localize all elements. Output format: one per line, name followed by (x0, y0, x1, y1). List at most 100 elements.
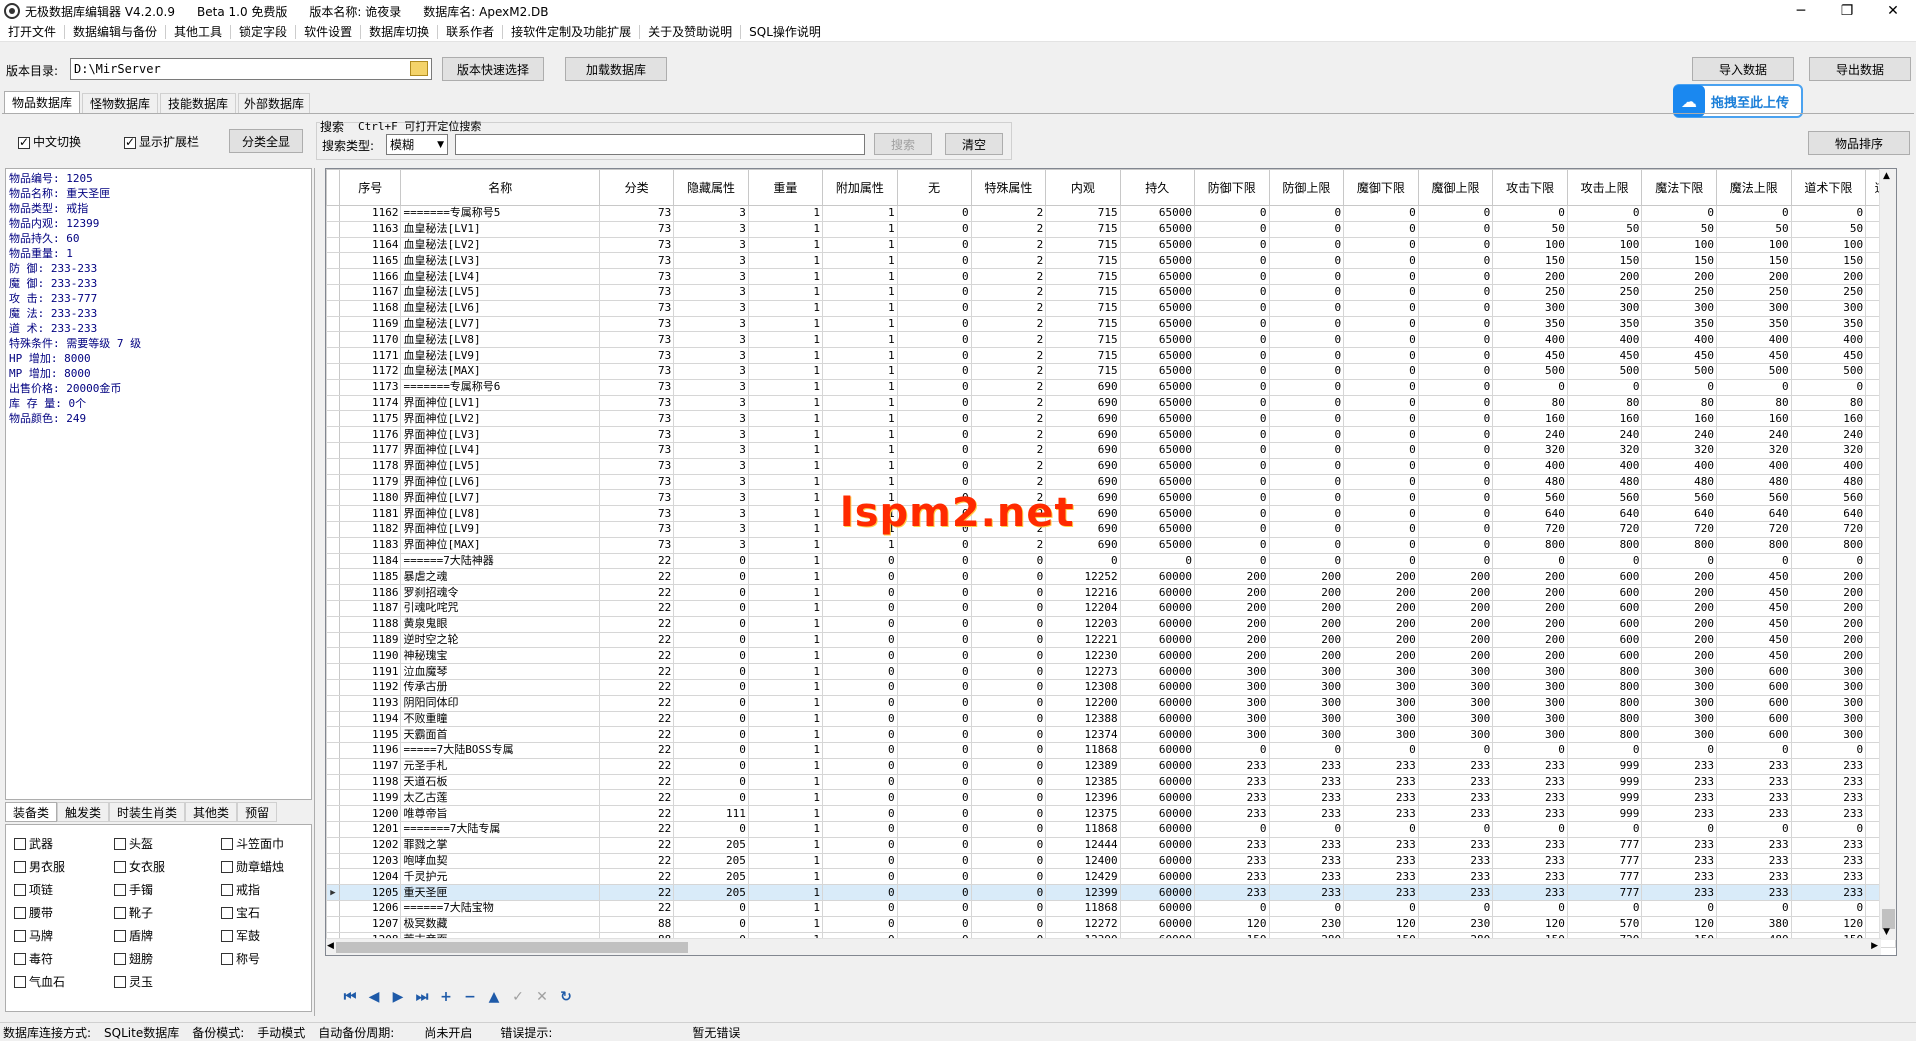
table-cell[interactable]: 引魂叱咤咒 (400, 599, 601, 617)
table-cell[interactable]: 3 (673, 489, 749, 507)
table-cell[interactable]: 200 (1641, 647, 1718, 665)
table-cell[interactable]: 200 (1716, 268, 1792, 285)
table-row[interactable]: 1186 罗刹招魂令 22 0 1 0 0 0 12216 60000 200 200 200 200 20… (326, 584, 1896, 601)
table-cell[interactable]: 0 (1193, 900, 1270, 917)
table-cell[interactable]: 血皇秘法[LV9] (400, 347, 601, 364)
table-cell[interactable]: 0 (896, 299, 972, 317)
table-cell[interactable]: 1 (747, 647, 824, 665)
column-header[interactable]: 攻击上限 (1566, 169, 1643, 206)
table-cell[interactable]: 400 (1790, 331, 1867, 349)
table-cell[interactable]: 2 (970, 441, 1047, 459)
table-cell[interactable]: 350 (1790, 315, 1867, 333)
table-cell[interactable]: 0 (970, 599, 1047, 617)
table-row[interactable]: 1189 逆时空之轮 22 0 1 0 0 0 12221 60000 200 200 200 200 20… (326, 631, 1896, 649)
column-header[interactable]: 附加属性 (822, 169, 898, 206)
menu-sql-help[interactable]: SQL操作说明 (741, 25, 829, 39)
table-cell[interactable]: 500 (1790, 362, 1867, 380)
table-cell[interactable]: 233 (1716, 757, 1792, 775)
row-indicator[interactable] (326, 220, 340, 238)
table-cell[interactable]: 320 (1641, 441, 1718, 459)
table-cell[interactable]: 50 (1716, 220, 1792, 238)
table-cell[interactable]: 1205 (338, 884, 402, 902)
table-cell[interactable]: 150 (1790, 252, 1867, 270)
table-cell[interactable]: 60000 (1119, 568, 1195, 586)
table-cell[interactable]: 60000 (1119, 852, 1195, 870)
table-cell[interactable]: 1 (747, 473, 824, 491)
table-cell[interactable]: 0 (673, 915, 749, 933)
table-cell[interactable]: 300 (1193, 663, 1270, 680)
row-indicator[interactable] (326, 473, 340, 491)
table-cell[interactable]: 1 (747, 552, 824, 570)
vertical-scrollbar[interactable]: ▲ ▼ (1879, 169, 1896, 940)
column-header[interactable]: 防御下限 (1193, 169, 1270, 206)
table-cell[interactable]: 2 (970, 410, 1047, 428)
table-cell[interactable]: 640 (1641, 505, 1718, 522)
table-cell[interactable]: 570 (1566, 915, 1643, 933)
table-cell[interactable]: 233 (1343, 757, 1419, 775)
table-cell[interactable]: 天道石板 (400, 773, 601, 791)
table-row[interactable]: 1207 极冥数藏 88 0 1 0 0 0 12272 60000 120 230 120 230 120… (326, 915, 1896, 933)
table-cell[interactable]: 200 (1417, 647, 1494, 665)
table-cell[interactable]: 73 (599, 457, 675, 475)
table-cell[interactable]: 0 (896, 584, 972, 601)
table-cell[interactable]: 205 (673, 884, 749, 902)
table-cell[interactable]: 2 (970, 236, 1047, 254)
table-cell[interactable]: 0 (1343, 441, 1419, 459)
table-cell[interactable]: 22 (599, 836, 675, 854)
table-cell[interactable]: 1174 (338, 394, 402, 412)
table-cell[interactable]: 500 (1716, 362, 1792, 380)
table-cell[interactable]: 界面神位[LV8] (400, 505, 601, 522)
column-header[interactable]: 攻击下限 (1492, 169, 1568, 206)
table-cell[interactable]: 715 (1045, 331, 1121, 349)
table-cell[interactable]: 60000 (1119, 663, 1195, 680)
category-checkbox[interactable]: 武器 (14, 835, 53, 852)
table-cell[interactable]: 1 (822, 283, 898, 301)
table-row[interactable]: 1183 界面神位[MAX] 73 3 1 1 0 2 690 65000 0 0 0 0 800 800 80… (326, 536, 1896, 554)
table-cell[interactable]: 65000 (1119, 410, 1195, 428)
table-cell[interactable]: 205 (673, 852, 749, 870)
column-header[interactable]: 持久 (1119, 169, 1195, 206)
table-cell[interactable]: 320 (1716, 441, 1792, 459)
table-cell[interactable]: 1 (747, 821, 824, 838)
table-cell[interactable]: 400 (1790, 457, 1867, 475)
table-cell[interactable]: 3 (673, 347, 749, 364)
table-cell[interactable]: 0 (1268, 536, 1345, 554)
table-cell[interactable]: 60000 (1119, 805, 1195, 823)
tab-items-db[interactable]: 物品数据库 (4, 91, 80, 113)
category-checkbox[interactable]: 靴子 (114, 904, 153, 921)
table-cell[interactable]: 0 (1268, 394, 1345, 412)
table-cell[interactable]: 1184 (338, 552, 402, 570)
table-cell[interactable]: 233 (1716, 884, 1792, 902)
table-cell[interactable]: 0 (1716, 205, 1792, 222)
table-cell[interactable]: 350 (1492, 315, 1568, 333)
insert-record-icon[interactable]: + (434, 987, 458, 1007)
table-row[interactable]: 1181 界面神位[LV8] 73 3 1 1 0 2 690 65000 0 0 0 0 640 640 64… (326, 505, 1896, 522)
table-cell[interactable]: 300 (1790, 663, 1867, 680)
table-cell[interactable]: 720 (1790, 520, 1867, 538)
table-cell[interactable]: 320 (1566, 441, 1643, 459)
table-cell[interactable]: 0 (896, 884, 972, 902)
table-cell[interactable]: 715 (1045, 299, 1121, 317)
row-indicator[interactable] (326, 552, 340, 570)
table-cell[interactable]: 1181 (338, 505, 402, 522)
table-cell[interactable]: 0 (1417, 536, 1494, 554)
search-type-select[interactable]: 模糊 ▼ (386, 134, 448, 155)
table-cell[interactable]: 65000 (1119, 362, 1195, 380)
table-cell[interactable]: 22 (599, 647, 675, 665)
table-cell[interactable]: 233 (1268, 805, 1345, 823)
table-cell[interactable]: 200 (1417, 615, 1494, 633)
table-row[interactable]: 1162 =======专属称号5 73 3 1 1 0 2 715 65000 0 0 0 0 0 0 0 0 0 (326, 205, 1896, 222)
table-row[interactable]: 1204 千灵护元 22 205 1 0 0 0 12429 60000 233 233 233 233 2… (326, 868, 1896, 886)
table-cell[interactable]: 12272 (1045, 915, 1121, 933)
table-cell[interactable]: 11868 (1045, 900, 1121, 917)
table-cell[interactable]: 0 (673, 742, 749, 759)
table-cell[interactable]: 73 (599, 505, 675, 522)
table-cell[interactable]: 60000 (1119, 615, 1195, 633)
table-cell[interactable]: 0 (673, 821, 749, 838)
table-cell[interactable]: 1 (822, 394, 898, 412)
table-cell[interactable]: 0 (822, 647, 898, 665)
table-cell[interactable]: 200 (1492, 647, 1568, 665)
table-cell[interactable]: 3 (673, 520, 749, 538)
table-cell[interactable]: 0 (673, 726, 749, 744)
table-cell[interactable]: 233 (1193, 773, 1270, 791)
